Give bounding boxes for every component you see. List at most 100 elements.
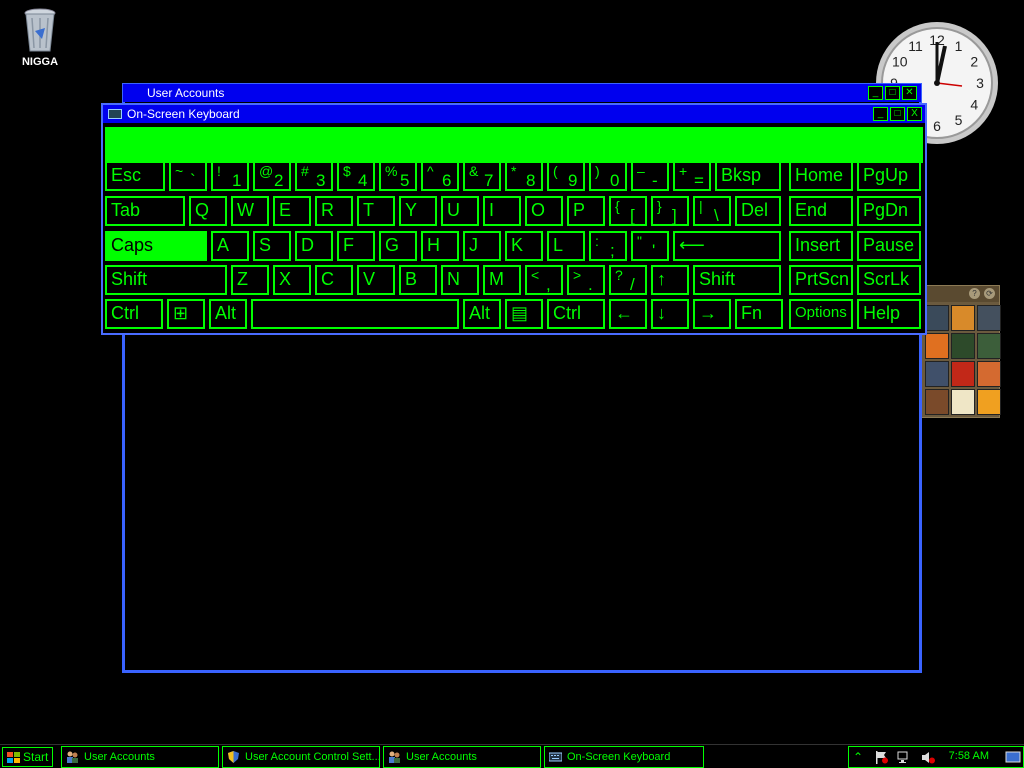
osk-key-t[interactable]: T: [357, 196, 395, 226]
taskbar-button-user-accounts-2[interactable]: User Accounts: [383, 746, 541, 768]
osk-key-symbol-0-4[interactable]: #3: [295, 161, 333, 191]
osk-key-w[interactable]: W: [231, 196, 269, 226]
osk-key-options[interactable]: Options: [789, 299, 853, 329]
osk-key-glyph-4-9[interactable]: →: [693, 299, 731, 329]
volume-muted-icon[interactable]: [921, 751, 935, 764]
osk-key-home[interactable]: Home: [789, 161, 853, 191]
osk-key-glyph-4-1[interactable]: ⊞: [167, 299, 205, 329]
osk-key-glyph-2-12[interactable]: ⟵: [673, 231, 781, 261]
osk-key-symbol-1-12[interactable]: }]: [651, 196, 689, 226]
osk-key-caps[interactable]: Caps: [105, 231, 207, 261]
osk-key-k[interactable]: K: [505, 231, 543, 261]
osk-key-end[interactable]: End: [789, 196, 853, 226]
osk-key-f[interactable]: F: [337, 231, 375, 261]
osk-key-c[interactable]: C: [315, 265, 353, 295]
osk-key-glyph-3-11[interactable]: ↑: [651, 265, 689, 295]
osk-key-x[interactable]: X: [273, 265, 311, 295]
osk-key-symbol-2-11[interactable]: " ': [631, 231, 669, 261]
osk-key-r[interactable]: R: [315, 196, 353, 226]
puzzle-tile[interactable]: [977, 389, 1001, 415]
osk-key-glyph-4-5[interactable]: ▤: [505, 299, 543, 329]
puzzle-tile[interactable]: [977, 333, 1001, 359]
user-accounts-titlebar[interactable]: User Accounts _ □ ✕: [123, 84, 921, 102]
puzzle-tile[interactable]: [925, 333, 949, 359]
osk-key-i[interactable]: I: [483, 196, 521, 226]
osk-key-pause[interactable]: Pause: [857, 231, 921, 261]
osk-key-p[interactable]: P: [567, 196, 605, 226]
osk-key-help[interactable]: Help: [857, 299, 921, 329]
osk-key-symbol-1-11[interactable]: {[: [609, 196, 647, 226]
osk-key-symbol-2-10[interactable]: :;: [589, 231, 627, 261]
options-icon[interactable]: ⟳: [984, 288, 995, 299]
osk-key-scrlk[interactable]: ScrLk: [857, 265, 921, 295]
picture-puzzle-gadget[interactable]: ? ⟳: [920, 285, 1001, 418]
minimize-button[interactable]: _: [868, 86, 883, 100]
osk-key-symbol-0-7[interactable]: ^ 6: [421, 161, 459, 191]
osk-key-symbol-0-12[interactable]: – -: [631, 161, 669, 191]
minimize-button[interactable]: _: [873, 107, 888, 121]
osk-key-pgdn[interactable]: PgDn: [857, 196, 921, 226]
taskbar-button-on-screen-keyboard[interactable]: On-Screen Keyboard: [544, 746, 704, 768]
osk-key-symbol-0-13[interactable]: + =: [673, 161, 711, 191]
taskbar-button-uac-settings[interactable]: User Account Control Sett...: [222, 746, 380, 768]
osk-titlebar[interactable]: On-Screen Keyboard _ □ X: [103, 105, 925, 123]
help-icon[interactable]: ?: [969, 288, 980, 299]
osk-key-ctrl[interactable]: Ctrl: [105, 299, 163, 329]
osk-key-glyph-4-8[interactable]: ↓: [651, 299, 689, 329]
puzzle-tile[interactable]: [951, 305, 975, 331]
puzzle-tile[interactable]: [925, 389, 949, 415]
puzzle-tile[interactable]: [925, 361, 949, 387]
osk-key-symbol-0-8[interactable]: & 7: [463, 161, 501, 191]
osk-key-q[interactable]: Q: [189, 196, 227, 226]
osk-key-e[interactable]: E: [273, 196, 311, 226]
osk-key-tab[interactable]: Tab: [105, 196, 185, 226]
osk-key-symbol-0-11[interactable]: ) 0: [589, 161, 627, 191]
show-hidden-icons-chevron-icon[interactable]: ⌃: [853, 751, 867, 764]
osk-key-del[interactable]: Del: [735, 196, 781, 226]
osk-key-symbol-0-1[interactable]: ~ `: [169, 161, 207, 191]
puzzle-tile[interactable]: [977, 305, 1001, 331]
osk-key-ctrl[interactable]: Ctrl: [547, 299, 605, 329]
osk-key-symbol-3-10[interactable]: ? /: [609, 265, 647, 295]
puzzle-tile[interactable]: [951, 361, 975, 387]
maximize-button[interactable]: □: [885, 86, 900, 100]
recycle-bin-shortcut[interactable]: NIGGA: [12, 6, 68, 68]
osk-key-shift[interactable]: Shift: [693, 265, 781, 295]
osk-key-alt[interactable]: Alt: [463, 299, 501, 329]
osk-key-m[interactable]: M: [483, 265, 521, 295]
osk-key-symbol-0-5[interactable]: $4: [337, 161, 375, 191]
close-button[interactable]: ✕: [902, 86, 917, 100]
osk-key-y[interactable]: Y: [399, 196, 437, 226]
osk-key-alt[interactable]: Alt: [209, 299, 247, 329]
network-icon[interactable]: [897, 751, 911, 764]
osk-key-s[interactable]: S: [253, 231, 291, 261]
show-desktop-icon[interactable]: [1005, 751, 1021, 764]
osk-key-b[interactable]: B: [399, 265, 437, 295]
osk-key-fn[interactable]: Fn: [735, 299, 783, 329]
osk-key-d[interactable]: D: [295, 231, 333, 261]
taskbar-clock[interactable]: 7:58 AM: [949, 750, 989, 762]
osk-key-symbol-0-9[interactable]: * 8: [505, 161, 543, 191]
osk-key-g[interactable]: G: [379, 231, 417, 261]
osk-key-symbol-3-8[interactable]: <,: [525, 265, 563, 295]
osk-key-u[interactable]: U: [441, 196, 479, 226]
osk-key-symbol-0-3[interactable]: @2: [253, 161, 291, 191]
osk-key-esc[interactable]: Esc: [105, 161, 165, 191]
osk-key-symbol-0-6[interactable]: % 5: [379, 161, 417, 191]
osk-key-z[interactable]: Z: [231, 265, 269, 295]
osk-key-backslash[interactable]: | \: [693, 196, 731, 226]
osk-key-a[interactable]: A: [211, 231, 249, 261]
osk-key-shift[interactable]: Shift: [105, 265, 227, 295]
osk-key-n[interactable]: N: [441, 265, 479, 295]
osk-key-prtscn[interactable]: PrtScn: [789, 265, 853, 295]
osk-key-v[interactable]: V: [357, 265, 395, 295]
taskbar-button-user-accounts[interactable]: User Accounts: [61, 746, 219, 768]
osk-key-space[interactable]: [251, 299, 459, 329]
osk-key-l[interactable]: L: [547, 231, 585, 261]
start-button[interactable]: Start: [2, 747, 53, 767]
action-center-flag-icon[interactable]: [875, 751, 889, 764]
osk-key-o[interactable]: O: [525, 196, 563, 226]
osk-key-symbol-3-9[interactable]: >.: [567, 265, 605, 295]
osk-key-j[interactable]: J: [463, 231, 501, 261]
osk-key-symbol-0-10[interactable]: (9: [547, 161, 585, 191]
